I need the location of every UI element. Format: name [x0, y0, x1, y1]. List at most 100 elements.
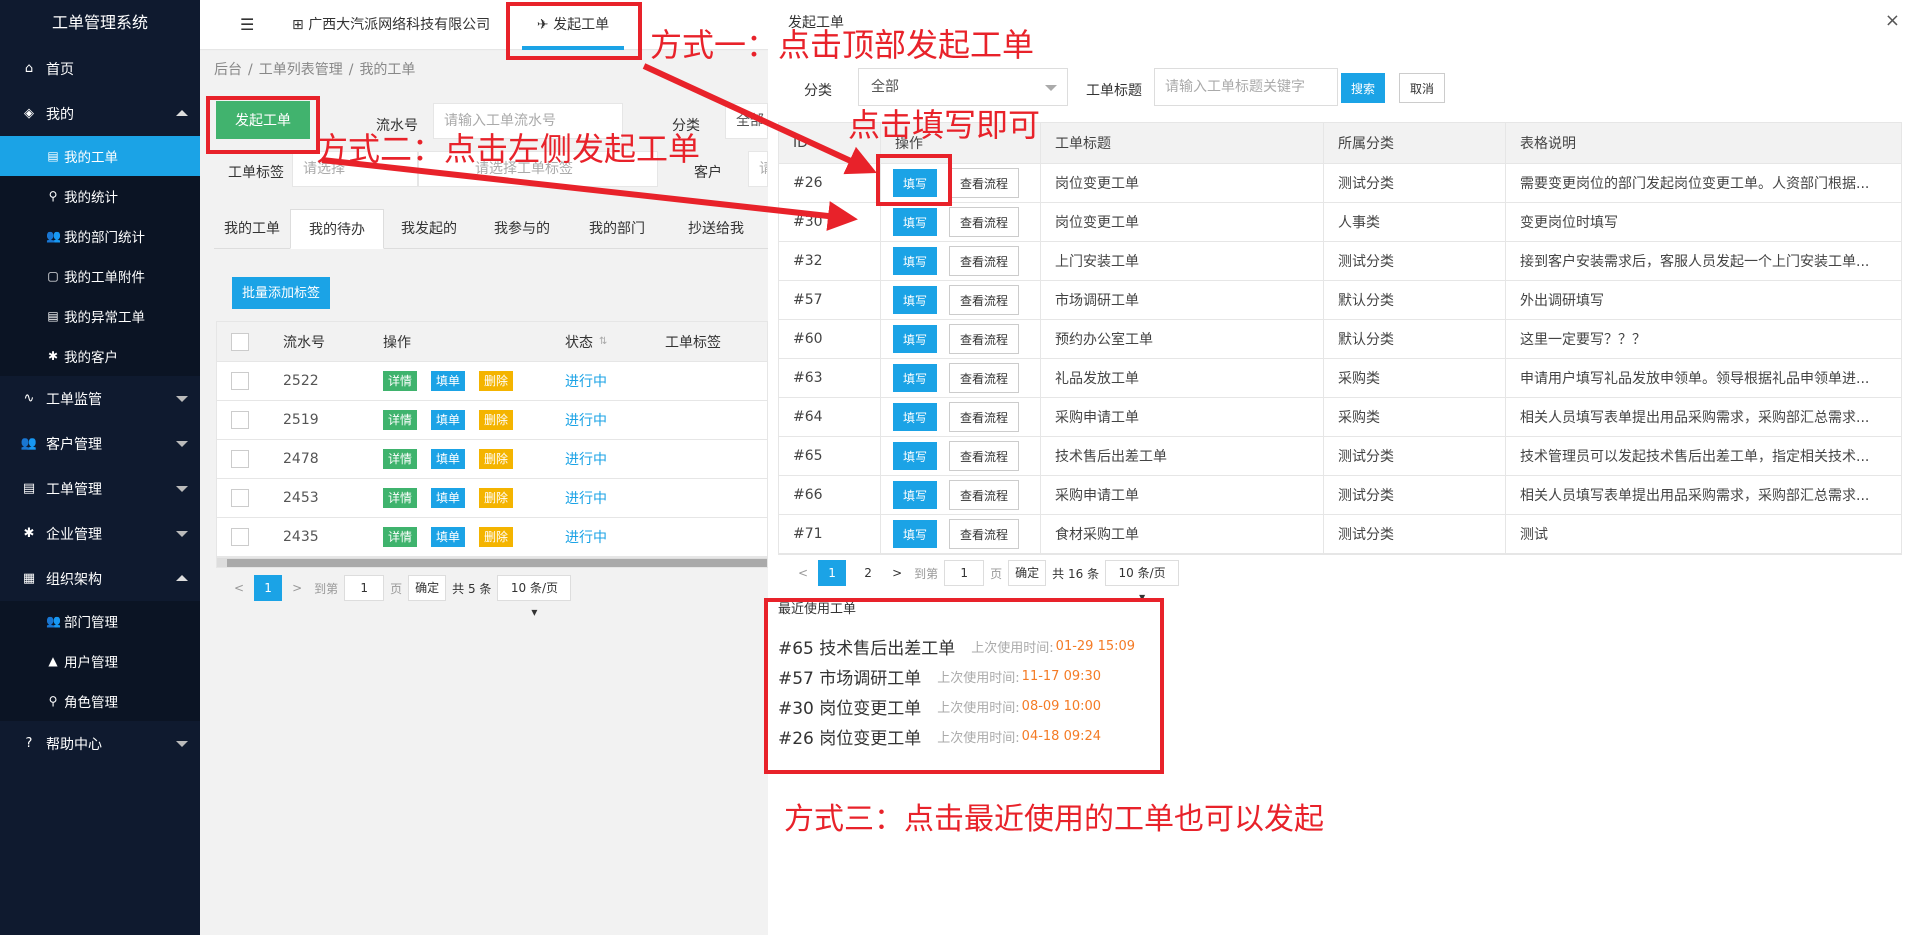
detail-button[interactable]: 详情 [383, 527, 418, 547]
fill-form-button[interactable]: 填单 [431, 449, 466, 469]
view-flow-button[interactable]: 查看流程 [949, 207, 1019, 237]
detail-button[interactable]: 详情 [383, 488, 418, 508]
nav-org[interactable]: ▦ 组织架构 [0, 556, 200, 601]
nav-my-abnormal[interactable]: ▤ 我的异常工单 [0, 296, 200, 336]
horizontal-scrollbar[interactable] [217, 557, 767, 567]
view-flow-button[interactable]: 查看流程 [949, 285, 1019, 315]
next-page-icon[interactable]: > [292, 581, 302, 595]
prev-page-icon[interactable]: < [234, 581, 244, 595]
row-checkbox[interactable] [231, 411, 249, 429]
scrollbar-thumb[interactable] [227, 559, 767, 567]
page-button[interactable]: 1 [254, 575, 283, 601]
recent-ticket-name[interactable]: #26 岗位变更工单 [778, 724, 921, 749]
page-size-select[interactable]: 10 条/页 ▾ [497, 575, 572, 619]
batch-add-tag-button[interactable]: 批量添加标签 [232, 277, 331, 309]
cancel-button[interactable]: 取消 [1399, 73, 1445, 103]
view-flow-button[interactable]: 查看流程 [949, 519, 1019, 549]
select-all-checkbox[interactable] [231, 332, 249, 351]
delete-button[interactable]: 删除 [479, 488, 514, 508]
nav-my-tickets[interactable]: ▤ 我的工单 [0, 136, 200, 176]
view-flow-button[interactable]: 查看流程 [949, 402, 1019, 432]
status-link[interactable]: 进行中 [565, 440, 607, 478]
nav-my-dept-stats[interactable]: 👥 我的部门统计 [0, 216, 200, 256]
view-flow-button[interactable]: 查看流程 [949, 441, 1019, 471]
fill-button[interactable]: 填写 [893, 169, 937, 197]
fill-button[interactable]: 填写 [893, 520, 937, 548]
tab-initiated[interactable]: 我发起的 [384, 209, 474, 249]
nav-enterprise-mgmt[interactable]: ✱ 企业管理 [0, 511, 200, 556]
status-link[interactable]: 进行中 [565, 362, 607, 400]
title-search-input[interactable]: 请输入工单标题关键字 [1154, 68, 1338, 106]
nav-role-mgmt[interactable]: ⚲ 角色管理 [0, 681, 200, 721]
recent-ticket-item[interactable]: #65 技术售后出差工单 上次使用时间: 01-29 15:09 [778, 631, 1135, 661]
nav-help[interactable]: ? 帮助中心 [0, 721, 200, 766]
fill-button[interactable]: 填写 [893, 403, 937, 431]
recent-ticket-item[interactable]: #30 岗位变更工单 上次使用时间: 08-09 10:00 [778, 691, 1135, 721]
nav-my-customers[interactable]: ✱ 我的客户 [0, 336, 200, 376]
recent-ticket-item[interactable]: #57 市场调研工单 上次使用时间: 11-17 09:30 [778, 661, 1135, 691]
status-link[interactable]: 进行中 [565, 401, 607, 439]
recent-ticket-name[interactable]: #57 市场调研工单 [778, 664, 921, 689]
status-link[interactable]: 进行中 [565, 479, 607, 517]
search-button[interactable]: 搜索 [1341, 73, 1385, 103]
view-flow-button[interactable]: 查看流程 [949, 363, 1019, 393]
row-checkbox[interactable] [231, 489, 249, 507]
status-link[interactable]: 进行中 [565, 518, 607, 556]
detail-button[interactable]: 详情 [383, 371, 418, 391]
fill-button[interactable]: 填写 [893, 208, 937, 236]
launch-ticket-tab[interactable]: ✈ 发起工单 [518, 0, 628, 50]
goto-confirm-button[interactable]: 确定 [1008, 560, 1047, 586]
tab-cc-me[interactable]: 抄送给我 [664, 209, 768, 249]
company-tab[interactable]: ⊞ 广西大汽派网络科技有限公司 [292, 0, 490, 50]
fill-button[interactable]: 填写 [893, 247, 937, 275]
category-select[interactable]: 全部 [725, 103, 768, 139]
row-checkbox[interactable] [231, 528, 249, 546]
nav-home[interactable]: ⌂ 首页 [0, 46, 200, 91]
tab-participated[interactable]: 我参与的 [476, 209, 568, 249]
goto-page-input[interactable]: 1 [944, 560, 985, 586]
row-checkbox[interactable] [231, 372, 249, 390]
delete-button[interactable]: 删除 [479, 527, 514, 547]
row-checkbox[interactable] [231, 450, 249, 468]
tab-my-tickets[interactable]: 我的工单 [214, 209, 290, 249]
nav-customer-mgmt[interactable]: 👥 客户管理 [0, 421, 200, 466]
nav-dept-mgmt[interactable]: 👥 部门管理 [0, 601, 200, 641]
delete-button[interactable]: 删除 [479, 371, 514, 391]
fill-button[interactable]: 填写 [893, 286, 937, 314]
recent-ticket-name[interactable]: #30 岗位变更工单 [778, 694, 921, 719]
delete-button[interactable]: 删除 [479, 410, 514, 430]
breadcrumb-item[interactable]: 工单列表管理 [259, 62, 343, 78]
fill-form-button[interactable]: 填单 [431, 488, 466, 508]
nav-my-attachments[interactable]: ▢ 我的工单附件 [0, 256, 200, 296]
delete-button[interactable]: 删除 [479, 449, 514, 469]
fill-form-button[interactable]: 填单 [431, 527, 466, 547]
launch-ticket-button[interactable]: 发起工单 [216, 101, 310, 139]
page-button[interactable]: 1 [818, 560, 847, 586]
fill-button[interactable]: 填写 [893, 325, 937, 353]
next-page-icon[interactable]: > [892, 566, 902, 580]
tab-my-dept[interactable]: 我的部门 [570, 209, 664, 249]
col-status[interactable]: 状态 ⇅ [565, 322, 607, 361]
page-button[interactable]: 2 [854, 560, 882, 586]
customer-input[interactable]: 请 [748, 151, 768, 187]
recent-ticket-item[interactable]: #26 岗位变更工单 上次使用时间: 04-18 09:24 [778, 721, 1135, 751]
prev-page-icon[interactable]: < [798, 566, 808, 580]
nav-my-stats[interactable]: ⚲ 我的统计 [0, 176, 200, 216]
nav-ticket-mgmt[interactable]: ▤ 工单管理 [0, 466, 200, 511]
view-flow-button[interactable]: 查看流程 [949, 324, 1019, 354]
nav-ticket-monitor[interactable]: ∿ 工单监管 [0, 376, 200, 421]
goto-page-input[interactable]: 1 [344, 575, 385, 601]
fill-button[interactable]: 填写 [893, 364, 937, 392]
goto-confirm-button[interactable]: 确定 [408, 575, 447, 601]
nav-my[interactable]: ◈ 我的 [0, 91, 200, 136]
view-flow-button[interactable]: 查看流程 [949, 480, 1019, 510]
view-flow-button[interactable]: 查看流程 [949, 246, 1019, 276]
page-size-select[interactable]: 10 条/页 ▾ [1105, 560, 1180, 604]
fill-form-button[interactable]: 填单 [431, 371, 466, 391]
fill-button[interactable]: 填写 [893, 442, 937, 470]
detail-button[interactable]: 详情 [383, 410, 418, 430]
breadcrumb-item[interactable]: 后台 [214, 62, 242, 78]
close-icon[interactable]: × [1885, 10, 1900, 31]
nav-user-mgmt[interactable]: ▲ 用户管理 [0, 641, 200, 681]
tab-my-todo[interactable]: 我的待办 [290, 209, 384, 249]
